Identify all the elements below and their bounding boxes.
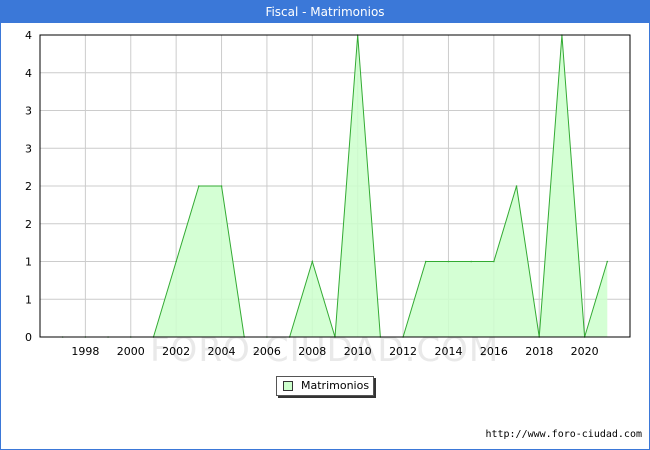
- data-point: [447, 260, 450, 263]
- y-tick-label: 3: [25, 142, 32, 155]
- x-tick-label: 2014: [434, 345, 462, 358]
- y-tick-label: 1: [25, 256, 32, 269]
- x-tick-label: 1998: [71, 345, 99, 358]
- data-point: [470, 260, 472, 263]
- legend-label: Matrimonios: [301, 379, 370, 392]
- data-point: [606, 260, 609, 263]
- x-tick-label: 2006: [253, 345, 281, 358]
- x-tick-label: 2002: [162, 345, 190, 358]
- data-point: [198, 185, 200, 187]
- x-tick-label: 2016: [480, 345, 508, 358]
- x-tick-label: 2012: [389, 345, 417, 358]
- data-point: [493, 260, 495, 263]
- y-tick-label: 2: [25, 180, 32, 193]
- x-tick-label: 2018: [525, 345, 553, 358]
- y-tick-label: 4: [25, 67, 32, 80]
- data-point: [175, 260, 177, 263]
- y-tick-label: 4: [25, 29, 32, 42]
- x-tick-label: 2000: [117, 345, 145, 358]
- x-tick-label: 2008: [298, 345, 326, 358]
- y-tick-label: 3: [25, 105, 32, 118]
- y-tick-label: 0: [25, 331, 32, 344]
- x-tick-label: 2004: [208, 345, 236, 358]
- y-tick-label: 2: [25, 218, 32, 231]
- legend-swatch: [283, 381, 293, 391]
- data-point: [311, 260, 314, 263]
- x-tick-label: 2020: [571, 345, 599, 358]
- legend: Matrimonios: [276, 376, 374, 396]
- y-tick-label: 1: [25, 293, 32, 306]
- x-tick-label: 2010: [344, 345, 372, 358]
- footer-url[interactable]: http://www.foro-ciudad.com: [485, 429, 642, 440]
- data-point: [424, 260, 427, 263]
- data-point: [220, 185, 223, 187]
- data-point: [515, 185, 518, 187]
